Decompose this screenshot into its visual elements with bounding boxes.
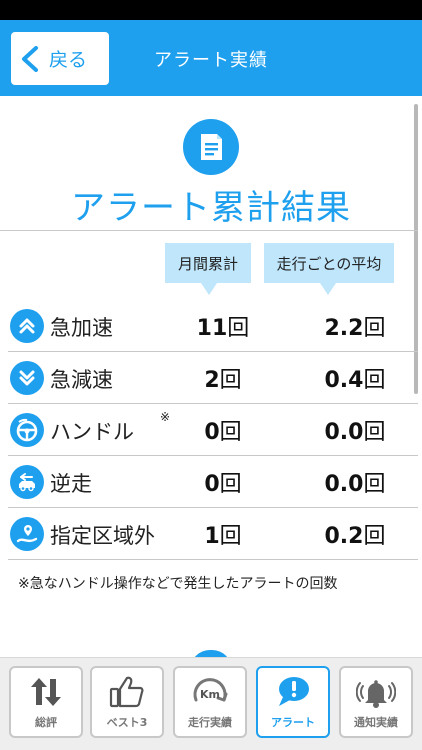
column-header-average-label: 走行ごとの平均 xyxy=(276,254,382,273)
row-label: 急減速 xyxy=(50,368,113,392)
section-title: アラート累計結果 xyxy=(71,188,351,228)
tab-label: 総評 xyxy=(35,716,57,729)
tab-label: 走行実績 xyxy=(188,716,232,729)
tab-driving-record[interactable]: Km 走行実績 xyxy=(173,666,247,738)
page-title: アラート実績 xyxy=(154,50,268,71)
header: 戻る アラート実績 xyxy=(0,20,422,96)
svg-text:Km: Km xyxy=(200,688,220,701)
column-header-monthly-label: 月間累計 xyxy=(177,254,238,273)
average-value: 0.4回 xyxy=(324,368,386,393)
thumbs-up-icon xyxy=(109,676,144,708)
column-header-tail xyxy=(320,283,336,295)
table-row: 急加速 11回 2.2回 xyxy=(8,300,418,352)
double-chevron-down-icon xyxy=(10,361,44,395)
monthly-value: 0回 xyxy=(204,472,242,497)
column-header-average: 走行ごとの平均 xyxy=(264,243,394,295)
up-down-arrows-icon xyxy=(31,678,61,706)
alert-bubble-icon xyxy=(279,677,309,706)
column-header-tail xyxy=(201,283,217,295)
km-gauge-icon: Km xyxy=(193,678,228,702)
area-pin-icon xyxy=(10,517,44,551)
footnote: ※急なハンドル操作などで発生したアラートの回数 xyxy=(18,576,338,592)
tab-label: ベスト3 xyxy=(106,716,148,729)
column-header-monthly: 月間累計 xyxy=(165,243,251,295)
steering-wheel-icon xyxy=(10,413,44,447)
table-row: ハンドル ※ 0回 0.0回 xyxy=(8,404,418,456)
tab-summary[interactable]: 総評 xyxy=(9,666,83,738)
monthly-value: 1回 xyxy=(204,524,242,549)
bell-icon xyxy=(356,680,396,708)
tab-label: アラート xyxy=(271,716,315,729)
document-icon xyxy=(183,119,239,175)
table-row: 急減速 2回 0.4回 xyxy=(8,352,418,404)
average-value: 0.2回 xyxy=(324,524,386,549)
tab-bar: 総評 ベスト3 Km 走行実績 アラート 通知実績 xyxy=(0,657,422,750)
wrong-way-car-icon xyxy=(10,465,44,499)
tab-best3[interactable]: ベスト3 xyxy=(90,666,164,738)
monthly-value: 0回 xyxy=(204,420,242,445)
average-value: 0.0回 xyxy=(324,420,386,445)
monthly-value: 11回 xyxy=(196,316,250,341)
row-label: 急加速 xyxy=(50,316,113,340)
divider xyxy=(0,230,418,231)
row-label: 指定区域外 xyxy=(50,524,155,548)
double-chevron-up-icon xyxy=(10,309,44,343)
average-value: 2.2回 xyxy=(324,316,386,341)
table-row: 指定区域外 1回 0.2回 xyxy=(8,508,418,560)
tab-notification-record[interactable]: 通知実績 xyxy=(339,666,413,738)
average-value: 0.0回 xyxy=(324,472,386,497)
tab-alert[interactable]: アラート xyxy=(256,666,330,738)
table-row: 逆走 0回 0.0回 xyxy=(8,456,418,508)
row-label: ハンドル xyxy=(50,420,134,444)
status-bar xyxy=(0,0,422,20)
monthly-value: 2回 xyxy=(204,368,242,393)
row-label: 逆走 xyxy=(50,472,92,496)
tab-label: 通知実績 xyxy=(354,716,398,729)
